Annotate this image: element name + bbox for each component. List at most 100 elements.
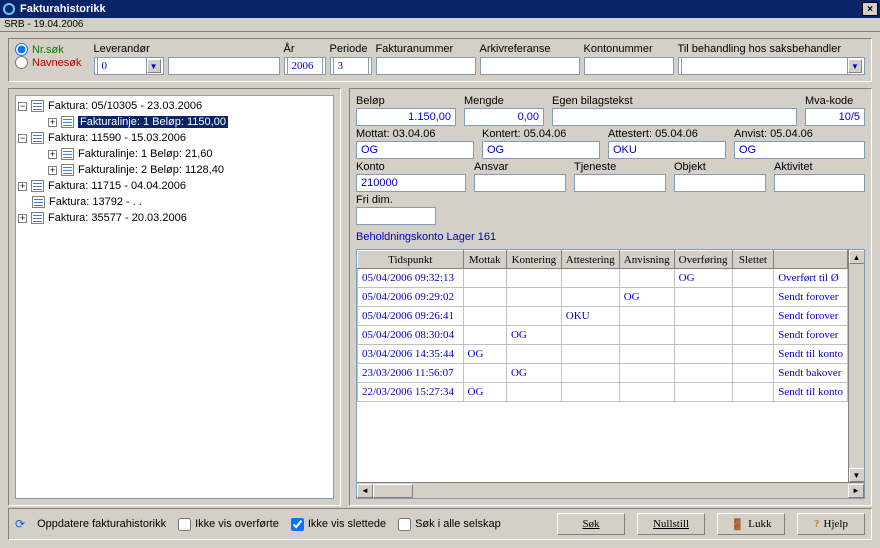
table-cell <box>674 307 732 326</box>
table-header[interactable]: Tidspunkt <box>358 251 464 269</box>
table-cell: 22/03/2006 15:27:34 <box>358 383 464 402</box>
table-cell <box>619 326 674 345</box>
scroll-right-icon[interactable]: ► <box>848 484 864 498</box>
vertical-scrollbar[interactable]: ▲ ▼ <box>848 250 864 482</box>
egen-label: Egen bilagstekst <box>552 95 797 107</box>
expand-icon[interactable]: + <box>48 150 57 159</box>
expand-icon[interactable]: + <box>18 214 27 223</box>
table-header[interactable]: Mottak <box>463 251 506 269</box>
behandling-label: Til behandling hos saksbehandler <box>678 43 865 55</box>
tree-node[interactable]: Faktura: 05/10305 - 23.03.2006 <box>48 100 202 112</box>
chevron-down-icon: ▼ <box>848 59 862 73</box>
table-cell <box>463 307 506 326</box>
scroll-up-icon[interactable]: ▲ <box>849 250 865 264</box>
refresh-icon: ⟳ <box>15 517 25 531</box>
table-row[interactable]: 22/03/2006 15:27:34OGSendt til konto <box>358 383 848 402</box>
expand-icon[interactable]: + <box>18 182 27 191</box>
beholdning-link[interactable]: Beholdningskonto Lager 161 <box>356 231 865 243</box>
document-icon <box>31 100 44 112</box>
scroll-down-icon[interactable]: ▼ <box>849 468 865 482</box>
tree-node[interactable]: Faktura: 35577 - 20.03.2006 <box>48 212 187 224</box>
lukk-button[interactable]: 🚪Lukk <box>717 513 785 535</box>
table-cell <box>561 364 619 383</box>
table-cell <box>732 383 774 402</box>
tree-node-selected[interactable]: Fakturalinje: 1 Beløp: 1150,00 <box>78 116 228 128</box>
close-button[interactable]: × <box>862 2 878 16</box>
scroll-left-icon[interactable]: ◄ <box>357 484 373 498</box>
behandling-combo[interactable]: ▼ <box>678 57 865 75</box>
radio-navnesok[interactable]: Navnesøk <box>15 56 82 69</box>
chk-slettede[interactable]: Ikke vis slettede <box>291 518 386 531</box>
table-row[interactable]: 05/04/2006 09:32:13OGOverført til Ø <box>358 269 848 288</box>
table-cell <box>561 345 619 364</box>
radio-nrsok-label: Nr.søk <box>32 44 64 56</box>
table-header[interactable] <box>774 251 848 269</box>
arkivreferanse-input[interactable] <box>480 57 580 75</box>
app-icon <box>2 2 16 16</box>
table-cell <box>619 345 674 364</box>
collapse-icon[interactable]: − <box>18 102 27 111</box>
hjelp-button[interactable]: ?Hjelp <box>797 513 865 535</box>
tree-node[interactable]: Fakturalinje: 1 Beløp: 21,60 <box>78 148 213 160</box>
objekt-value <box>674 174 766 192</box>
table-header[interactable]: Overføring <box>674 251 732 269</box>
table-row[interactable]: 23/03/2006 11:56:07OGSendt bakover <box>358 364 848 383</box>
refresh-link[interactable]: Oppdatere fakturahistorikk <box>37 518 166 530</box>
table-header[interactable]: Slettet <box>732 251 774 269</box>
scroll-thumb[interactable] <box>373 484 413 498</box>
expand-icon[interactable]: + <box>48 118 57 127</box>
periode-value: 3 <box>333 57 369 75</box>
table-cell <box>561 288 619 307</box>
egen-value <box>552 108 797 126</box>
leverandor-text[interactable] <box>168 57 280 75</box>
kontert-label: Kontert: 05.04.06 <box>482 128 600 140</box>
table-row[interactable]: 03/04/2006 14:35:44OGSendt til konto <box>358 345 848 364</box>
radio-nrsok[interactable]: Nr.søk <box>15 43 82 56</box>
belop-label: Beløp <box>356 95 456 107</box>
tree-node[interactable]: Faktura: 11715 - 04.04.2006 <box>48 180 186 192</box>
expand-icon[interactable]: + <box>48 166 57 175</box>
chk-overforte[interactable]: Ikke vis overførte <box>178 518 279 531</box>
table-cell <box>619 383 674 402</box>
table-cell: 05/04/2006 09:32:13 <box>358 269 464 288</box>
history-table: TidspunktMottakKonteringAttesteringAnvis… <box>357 250 848 402</box>
table-cell <box>463 288 506 307</box>
tree-node[interactable]: Faktura: 11590 - 15.03.2006 <box>48 132 186 144</box>
kontonummer-input[interactable] <box>584 57 674 75</box>
collapse-icon[interactable]: − <box>18 134 27 143</box>
mengde-value: 0,00 <box>464 108 544 126</box>
nullstill-button[interactable]: Nullstill <box>637 513 705 535</box>
table-cell <box>619 307 674 326</box>
table-header[interactable]: Kontering <box>506 251 561 269</box>
table-row[interactable]: 05/04/2006 09:26:41OKUSendt forover <box>358 307 848 326</box>
table-header[interactable]: Anvisning <box>619 251 674 269</box>
table-cell: OKU <box>561 307 619 326</box>
table-row[interactable]: 05/04/2006 09:29:02OGSendt forover <box>358 288 848 307</box>
table-header[interactable]: Attestering <box>561 251 619 269</box>
table-cell: OG <box>506 326 561 345</box>
chevron-down-icon: ▼ <box>147 59 161 73</box>
periode-combo[interactable]: 3 <box>330 57 372 75</box>
chk-alleselskap[interactable]: Søk i alle selskap <box>398 518 501 531</box>
ar-combo[interactable]: 2006 <box>284 57 326 75</box>
fakturanummer-input[interactable] <box>376 57 476 75</box>
table-cell: OG <box>619 288 674 307</box>
table-cell <box>506 269 561 288</box>
table-cell: OG <box>506 364 561 383</box>
table-cell <box>619 269 674 288</box>
invoice-tree[interactable]: − Faktura: 05/10305 - 23.03.2006 + Faktura… <box>15 95 334 499</box>
tree-node[interactable]: Faktura: 13792 - . . <box>49 196 142 208</box>
document-icon <box>61 164 74 176</box>
table-cell: Sendt forover <box>774 326 848 345</box>
table-cell: OG <box>463 383 506 402</box>
leverandor-combo[interactable]: 0 ▼ <box>94 57 164 75</box>
table-row[interactable]: 05/04/2006 08:30:04 OG Sendt forover <box>358 326 848 345</box>
table-cell: 05/04/2006 08:30:04 <box>358 326 464 345</box>
table-cell <box>506 383 561 402</box>
tree-node[interactable]: Fakturalinje: 2 Beløp: 1128,40 <box>78 164 224 176</box>
sok-button[interactable]: Søk <box>557 513 625 535</box>
horizontal-scrollbar[interactable]: ◄ ► <box>357 482 864 498</box>
history-table-wrap: TidspunktMottakKonteringAttesteringAnvis… <box>356 249 865 499</box>
table-cell <box>732 326 774 345</box>
table-cell <box>561 269 619 288</box>
